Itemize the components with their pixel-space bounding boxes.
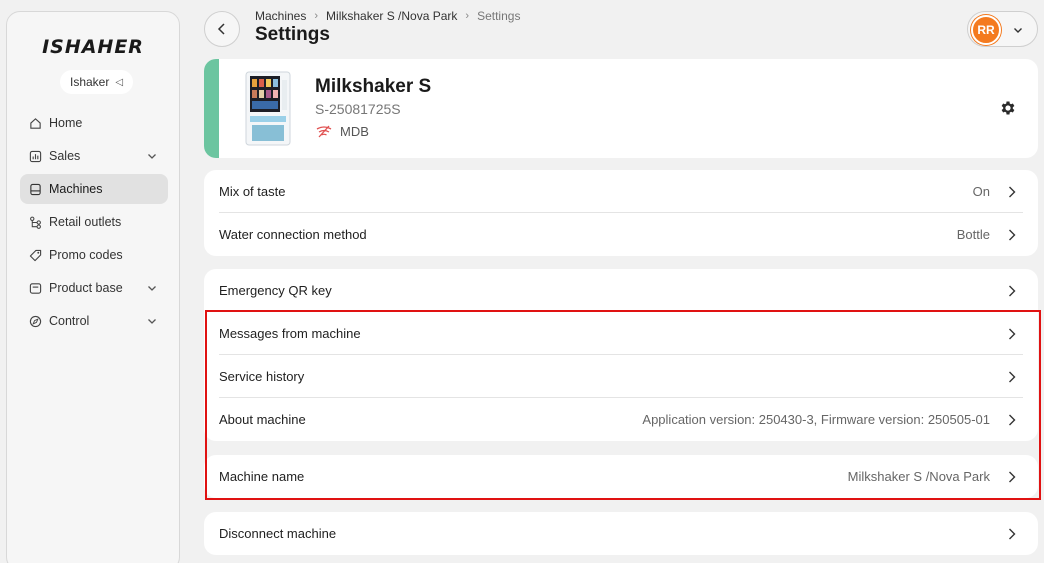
chevron-right-icon bbox=[1009, 371, 1016, 383]
user-name: Ishaker bbox=[70, 75, 110, 89]
row-label: Mix of taste bbox=[219, 183, 286, 199]
row-value: Bottle bbox=[956, 227, 990, 242]
breadcrumb-separator: › bbox=[465, 10, 470, 22]
chevron-right-icon bbox=[1009, 528, 1016, 540]
row-machine-name[interactable]: Machine name Milkshaker S /Nova Park bbox=[219, 455, 1023, 498]
chevron-right-icon bbox=[1009, 229, 1016, 241]
settings-group: Disconnect machine bbox=[204, 512, 1038, 555]
logo: ISHAHER bbox=[42, 36, 144, 58]
breadcrumb-separator: › bbox=[314, 10, 319, 22]
chevron-left-icon bbox=[217, 23, 225, 35]
back-button[interactable] bbox=[204, 11, 240, 47]
sidebar-item-home[interactable]: Home bbox=[20, 108, 168, 138]
breadcrumb: Machines › Milkshaker S /Nova Park › Set… bbox=[255, 9, 520, 23]
home-icon bbox=[28, 116, 42, 130]
chevron-down-icon bbox=[148, 319, 156, 324]
row-label: Service history bbox=[219, 368, 305, 384]
avatar: RR bbox=[971, 15, 1001, 45]
sidebar-nav: Home Sales Machines Retail outlets Promo… bbox=[20, 108, 168, 339]
outlets-icon bbox=[28, 215, 42, 229]
chevron-right-icon bbox=[1009, 186, 1016, 198]
chevron-down-icon bbox=[1014, 28, 1022, 33]
settings-group: Machine name Milkshaker S /Nova Park bbox=[204, 455, 1038, 498]
chevron-right-icon bbox=[1009, 328, 1016, 340]
machine-icon bbox=[28, 182, 42, 196]
sidebar-item-label: Retail outlets bbox=[49, 215, 122, 229]
breadcrumb-machines[interactable]: Machines bbox=[255, 9, 306, 23]
row-value: On bbox=[972, 183, 990, 199]
row-disconnect-machine[interactable]: Disconnect machine bbox=[219, 512, 1023, 555]
chevron-down-icon bbox=[148, 286, 156, 291]
chevron-right-icon bbox=[1009, 414, 1016, 426]
box-icon bbox=[28, 281, 42, 295]
sidebar-item-label: Machines bbox=[49, 182, 103, 196]
sidebar-item-label: Home bbox=[49, 116, 83, 130]
machine-name: Milkshaker S bbox=[315, 76, 432, 97]
page-title: Settings bbox=[255, 24, 330, 45]
chevron-right-icon bbox=[1009, 471, 1016, 483]
compass-icon bbox=[28, 314, 42, 328]
chevron-right-icon bbox=[1009, 285, 1016, 297]
row-label: About machine bbox=[219, 412, 306, 427]
user-menu-button[interactable]: RR bbox=[967, 11, 1038, 47]
user-switcher[interactable]: Ishaker ◁ bbox=[60, 70, 134, 94]
chevron-down-icon bbox=[148, 154, 156, 159]
sidebar-item-retail-outlets[interactable]: Retail outlets bbox=[20, 207, 168, 237]
machine-card: Milkshaker S S-25081725S MDB bbox=[204, 59, 1038, 158]
settings-group: Emergency QR key Messages from machine S… bbox=[204, 269, 1038, 441]
collapse-icon: ◁ bbox=[115, 76, 124, 88]
tag-icon bbox=[28, 248, 42, 262]
chart-icon bbox=[28, 149, 42, 163]
sidebar-item-label: Promo codes bbox=[49, 248, 123, 262]
machine-serial: S-25081725S bbox=[315, 101, 401, 117]
row-label: Disconnect machine bbox=[219, 526, 337, 541]
row-label: Water connection method bbox=[219, 227, 367, 242]
payment-label: MDB bbox=[340, 124, 369, 139]
breadcrumb-current: Settings bbox=[477, 9, 521, 23]
sidebar-item-label: Sales bbox=[49, 149, 81, 163]
row-messages-from-machine[interactable]: Messages from machine bbox=[219, 312, 1023, 355]
sidebar-item-machines[interactable]: Machines bbox=[20, 174, 168, 204]
breadcrumb-machine[interactable]: Milkshaker S /Nova Park bbox=[326, 9, 457, 23]
sidebar-item-control[interactable]: Control bbox=[20, 306, 168, 336]
gear-icon[interactable] bbox=[999, 99, 1017, 117]
row-about-machine[interactable]: About machine Application version: 25043… bbox=[219, 398, 1023, 441]
sidebar-item-sales[interactable]: Sales bbox=[20, 141, 168, 171]
row-emergency-qr-key[interactable]: Emergency QR key bbox=[219, 269, 1023, 312]
sidebar-item-label: Control bbox=[49, 314, 90, 328]
sidebar-item-promo-codes[interactable]: Promo codes bbox=[20, 240, 168, 270]
row-water-connection[interactable]: Water connection method Bottle bbox=[219, 213, 1023, 256]
row-label: Messages from machine bbox=[219, 325, 361, 341]
row-service-history[interactable]: Service history bbox=[219, 355, 1023, 398]
row-mix-of-taste[interactable]: Mix of taste On bbox=[219, 170, 1023, 213]
settings-group: Mix of taste On Water connection method … bbox=[204, 170, 1038, 256]
payment-off-icon bbox=[316, 125, 332, 138]
sidebar-item-product-base[interactable]: Product base bbox=[20, 273, 168, 303]
machine-image bbox=[245, 71, 291, 146]
row-label: Emergency QR key bbox=[219, 282, 332, 298]
status-stripe bbox=[204, 59, 219, 158]
sidebar-item-label: Product base bbox=[49, 281, 123, 295]
row-value: Application version: 250430-3, Firmware … bbox=[642, 412, 990, 427]
row-label: Machine name bbox=[219, 469, 305, 484]
sidebar: ISHAHER Ishaker ◁ Home Sales Machines Re… bbox=[6, 11, 180, 563]
payment-method: MDB bbox=[316, 124, 369, 139]
row-value: Milkshaker S /Nova Park bbox=[847, 469, 990, 484]
